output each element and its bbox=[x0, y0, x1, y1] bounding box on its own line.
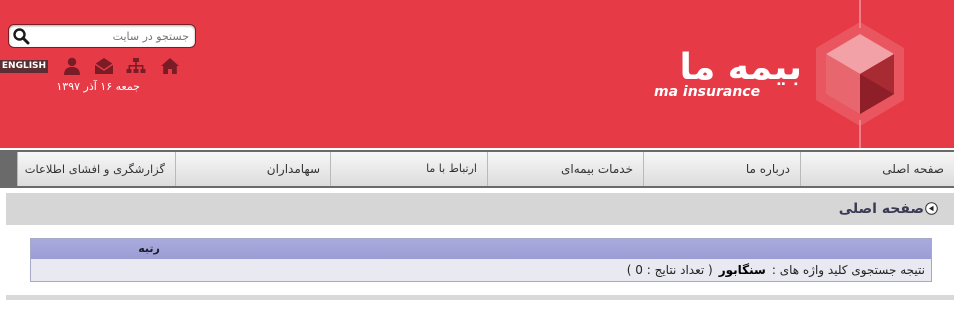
mail-icon[interactable] bbox=[94, 57, 114, 75]
brand-logo[interactable]: بیمه ما ma insurance bbox=[654, 47, 804, 102]
results-summary: نتیجه جستجوی کلید واژه های : سنگابور ( تعد… bbox=[627, 259, 925, 281]
nav-item-shareholders[interactable]: سهامداران bbox=[175, 152, 330, 186]
english-button[interactable]: ENGLISH bbox=[0, 60, 48, 73]
arrow-bullet-icon bbox=[925, 202, 938, 215]
search-results-table: رتبه نتیجه جستجوی کلید واژه های : سنگابور… bbox=[30, 238, 932, 282]
logo-cube-icon bbox=[816, 0, 904, 148]
site-header: ENGLISH جمعه ۱۶ آذر ۱۳۹۷ بیمه ما ma insu bbox=[0, 0, 954, 148]
rank-column-header: رتبه bbox=[138, 242, 160, 255]
home-icon[interactable] bbox=[160, 57, 180, 75]
current-date: جمعه ۱۶ آذر ۱۳۹۷ bbox=[56, 80, 140, 93]
logo-english-text: ma insurance bbox=[654, 84, 761, 100]
results-prefix: نتیجه جستجوی کلید واژه های : bbox=[771, 263, 925, 277]
nav-item-contact[interactable]: ارتباط با ما bbox=[330, 152, 487, 186]
results-summary-row: نتیجه جستجوی کلید واژه های : سنگابور ( تعد… bbox=[31, 259, 931, 281]
main-nav: صفحه اصلی درباره ما خدمات بیمه‌ای ارتباط… bbox=[0, 150, 954, 188]
search-icon[interactable] bbox=[12, 27, 30, 45]
results-count: ( تعداد نتایج : 0 ) bbox=[626, 263, 713, 277]
footer-divider bbox=[6, 295, 954, 300]
search-input[interactable] bbox=[35, 26, 189, 46]
nav-item-reporting[interactable]: گزارشگری و افشای اطلاعات bbox=[17, 152, 175, 186]
nav-item-home[interactable]: صفحه اصلی bbox=[800, 152, 954, 186]
nav-item-insurance-services[interactable]: خدمات بیمه‌ای bbox=[487, 152, 643, 186]
logo-persian-text: بیمه ما bbox=[679, 47, 804, 88]
results-header: رتبه bbox=[31, 239, 931, 259]
nav-item-about[interactable]: درباره ما bbox=[643, 152, 800, 186]
user-icon[interactable] bbox=[62, 57, 82, 75]
breadcrumb: صفحه اصلی bbox=[6, 193, 954, 225]
search-box[interactable] bbox=[8, 24, 196, 48]
page-title: صفحه اصلی bbox=[838, 201, 924, 217]
header-icon-row: ENGLISH bbox=[0, 57, 200, 77]
nav-bar: صفحه اصلی درباره ما خدمات بیمه‌ای ارتباط… bbox=[17, 152, 954, 186]
search-keyword: سنگابور bbox=[718, 263, 766, 277]
sitemap-icon[interactable] bbox=[126, 57, 146, 75]
